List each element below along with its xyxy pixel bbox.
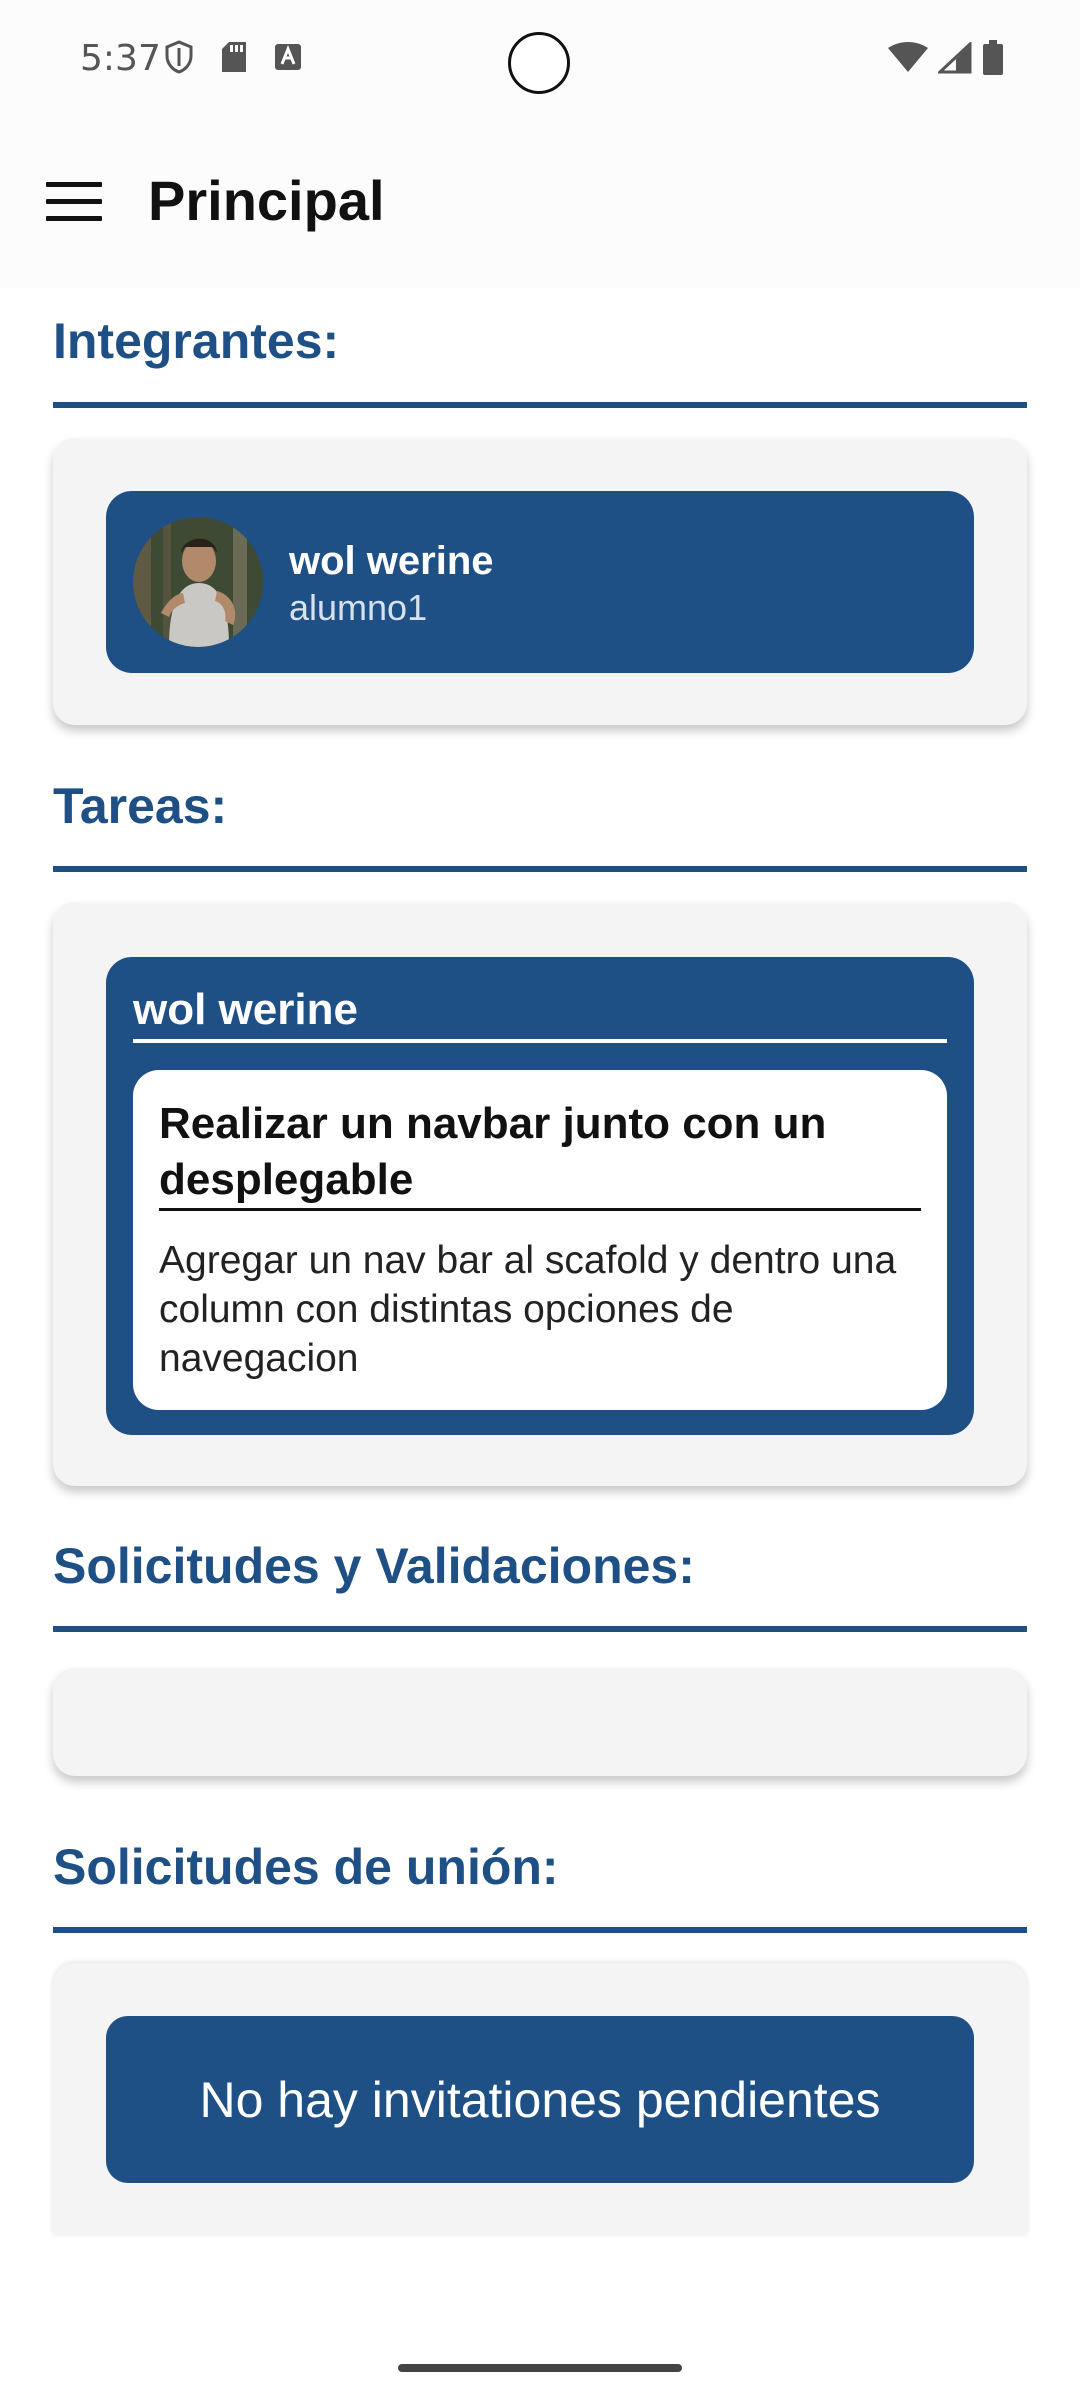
tasks-panel: wol werine Realizar un navbar junto con … — [53, 902, 1027, 1486]
status-time: 5:37 — [80, 38, 161, 79]
shield-icon — [164, 40, 194, 79]
status-icons-left — [164, 40, 302, 79]
task-title: Realizar un navbar junto con un desplega… — [159, 1099, 827, 1204]
requests-section-title: Solicitudes y Validaciones: — [53, 1538, 695, 1594]
tasks-section-title: Tareas: — [53, 778, 228, 834]
battery-icon — [982, 40, 1004, 81]
members-divider — [53, 402, 1027, 408]
join-requests-section-title: Solicitudes de unión: — [53, 1839, 559, 1895]
sd-card-icon — [220, 41, 248, 78]
join-requests-panel: No hay invitationes pendientes — [53, 1963, 1027, 2235]
app-bar: Principal — [0, 120, 1080, 288]
task-group-card: wol werine Realizar un navbar junto con … — [106, 957, 974, 1435]
task-owner-divider — [133, 1039, 947, 1043]
requests-divider — [53, 1626, 1027, 1632]
menu-icon[interactable] — [46, 182, 102, 226]
join-requests-divider — [53, 1927, 1027, 1933]
task-owner-name: wol werine — [133, 985, 358, 1034]
member-username: alumno1 — [289, 587, 428, 628]
task-description: Agregar un nav bar al scafold y dentro u… — [159, 1239, 897, 1380]
member-card[interactable]: wol werine alumno1 — [106, 491, 974, 673]
members-section-title: Integrantes: — [53, 313, 340, 369]
status-bar: 5:37 — [0, 0, 1080, 120]
signal-icon — [936, 40, 972, 79]
page-title: Principal — [148, 169, 385, 232]
task-title-divider — [159, 1208, 921, 1211]
avatar — [133, 517, 263, 647]
member-name: wol werine — [289, 539, 494, 583]
no-invitations-card: No hay invitationes pendientes — [106, 2016, 974, 2183]
wifi-icon — [888, 42, 928, 79]
font-a-icon — [274, 43, 302, 76]
status-icons-right — [888, 40, 1004, 81]
members-panel: wol werine alumno1 — [53, 438, 1027, 725]
task-card[interactable]: Realizar un navbar junto con un desplega… — [133, 1070, 947, 1410]
camera-cutout — [508, 32, 570, 94]
home-indicator[interactable] — [398, 2364, 682, 2372]
requests-panel — [53, 1668, 1027, 1776]
tasks-divider — [53, 866, 1027, 872]
